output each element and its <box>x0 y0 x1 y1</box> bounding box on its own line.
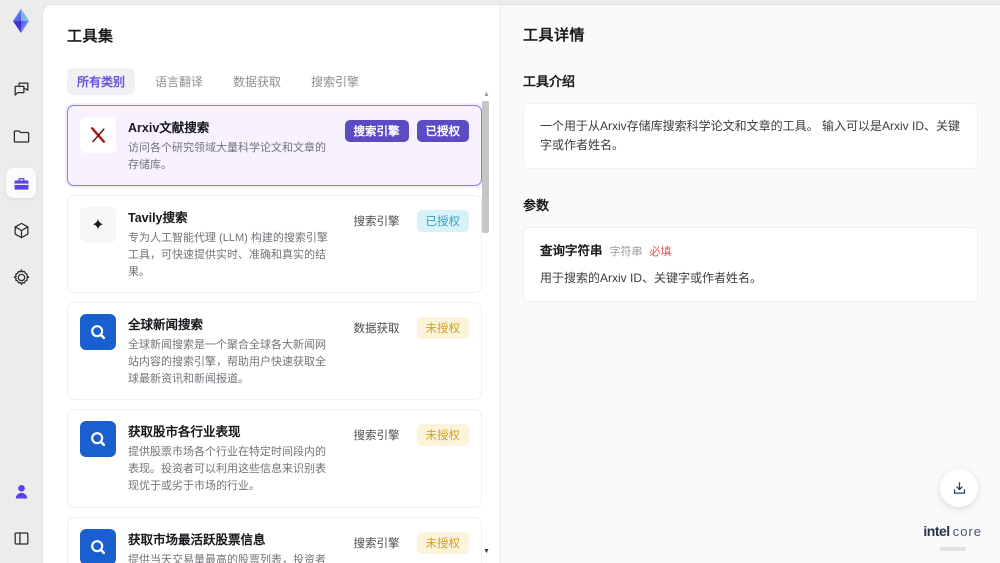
category-tabs: 所有类别 语言翻译 数据获取 搜索引擎 <box>67 68 500 95</box>
tab-all-categories[interactable]: 所有类别 <box>67 68 136 95</box>
app-root: 工具集 所有类别 语言翻译 数据获取 搜索引擎 Arxiv文献搜索 访问各个研究… <box>0 0 1000 563</box>
panel-toggle-icon <box>14 531 28 545</box>
tool-card-title: 获取股市各行业表现 <box>128 425 241 440</box>
toolset-pane: 工具集 所有类别 语言翻译 数据获取 搜索引擎 Arxiv文献搜索 访问各个研究… <box>43 5 500 563</box>
tavily-star-icon: ✦ <box>80 207 116 244</box>
news-search-icon <box>80 314 116 351</box>
intro-text: 一个用于从Arxiv存储库搜索科学论文和文章的工具。 输入可以是Arxiv ID… <box>540 119 961 153</box>
auth-status-badge: 未授权 <box>416 531 469 554</box>
auth-status-badge: 已授权 <box>416 210 469 233</box>
brand-secondary: core <box>952 524 982 539</box>
sidebar-item-settings[interactable] <box>6 262 36 292</box>
sidebar-item-toolset[interactable] <box>6 168 36 198</box>
list-scrollbar[interactable]: ▲ ▼ <box>481 89 491 557</box>
auth-status-badge: 未授权 <box>416 424 469 447</box>
user-icon <box>15 484 27 498</box>
tool-card-title: 全球新闻搜索 <box>128 318 204 333</box>
tab-search-engine[interactable]: 搜索引擎 <box>301 68 369 95</box>
tool-card-description: 专为人工智能代理 (LLM) 构建的搜索引擎工具，可快速提供实时、准确和真实的结… <box>128 232 328 279</box>
tool-card[interactable]: 全球新闻搜索 全球新闻搜索是一个聚合全球各大新闻网站内容的搜索引擎，帮助用户快速… <box>67 302 482 401</box>
tool-card-description: 访问各个研究领域大量科学论文和文章的存储库。 <box>128 142 326 172</box>
params-heading: 参数 <box>523 198 550 214</box>
settings-gear-icon <box>13 268 29 285</box>
tool-card-description: 提供股票市场各个行业在特定时间段内的表现。投资者可以利用这些信息来识别表现优于或… <box>128 446 326 493</box>
icon-rail <box>0 0 42 563</box>
app-logo <box>13 9 29 33</box>
download-button[interactable] <box>940 469 978 507</box>
auth-status-badge: 未授权 <box>416 317 469 340</box>
package-icon <box>14 222 28 238</box>
brand-primary: intel <box>923 523 950 539</box>
sidebar-item-account[interactable] <box>6 476 36 506</box>
param-type: 字符串 <box>609 246 643 259</box>
chat-icon <box>14 82 28 96</box>
intro-heading: 工具介绍 <box>523 74 576 89</box>
tool-card-list: Arxiv文献搜索 访问各个研究领域大量科学论文和文章的存储库。 搜索引擎 已授… <box>67 105 482 563</box>
param-description: 用于搜索的Arxiv ID、关键字或作者姓名。 <box>540 270 763 285</box>
scroll-down-arrow[interactable]: ▼ <box>483 548 490 555</box>
tool-card[interactable]: Arxiv文献搜索 访问各个研究领域大量科学论文和文章的存储库。 搜索引擎 已授… <box>67 105 482 187</box>
category-badge: 数据获取 <box>353 323 400 336</box>
param-box: 查询字符串 字符串 必填 用于搜索的Arxiv ID、关键字或作者姓名。 <box>523 227 978 303</box>
tool-card-title: 获取市场最活跃股票信息 <box>128 532 266 547</box>
auth-status-badge: 已授权 <box>416 120 469 142</box>
arxiv-icon <box>80 117 116 153</box>
download-icon <box>953 481 965 494</box>
tool-card[interactable]: 获取市场最活跃股票信息 提供当天交易量最高的股票列表，投资者可以利用这些信息来识… <box>67 516 482 563</box>
sidebar-item-packages[interactable] <box>6 215 36 245</box>
tool-card-description: 全球新闻搜索是一个聚合全球各大新闻网站内容的搜索引擎，帮助用户快速获取全球最新资… <box>128 339 326 386</box>
tool-card-title: Tavily搜索 <box>128 211 188 226</box>
scroll-up-arrow[interactable]: ▲ <box>483 91 490 98</box>
category-badge: 搜索引擎 <box>353 537 400 550</box>
intro-box: 一个用于从Arxiv存储库搜索科学论文和文章的工具。 输入可以是Arxiv ID… <box>523 103 978 170</box>
sidebar-item-files[interactable] <box>6 121 36 151</box>
sidebar-item-chat[interactable] <box>6 74 36 104</box>
category-badge: 搜索引擎 <box>353 430 400 443</box>
toolbox-icon <box>14 177 28 190</box>
active-stock-icon <box>80 528 116 563</box>
category-badge: 搜索引擎 <box>353 216 400 229</box>
tab-language-translation[interactable]: 语言翻译 <box>145 68 213 95</box>
intel-core-logo: intel core <box>923 523 982 551</box>
tool-card[interactable]: ✦ Tavily搜索 专为人工智能代理 (LLM) 构建的搜索引擎工具，可快速提… <box>67 195 482 294</box>
tool-details-pane: 工具详情 工具介绍 一个用于从Arxiv存储库搜索科学论文和文章的工具。 输入可… <box>500 5 1000 563</box>
param-required-badge: 必填 <box>649 246 672 259</box>
details-title: 工具详情 <box>523 27 586 44</box>
tool-card-description: 提供当天交易量最高的股票列表，投资者可以利用这些信息来识别流动性强的股票和潜在的… <box>128 553 326 563</box>
page-title: 工具集 <box>67 28 114 45</box>
param-name: 查询字符串 <box>540 244 603 259</box>
folder-icon <box>13 129 29 143</box>
sidebar-item-collapse[interactable] <box>6 523 36 553</box>
category-badge: 搜索引擎 <box>344 120 409 142</box>
tab-data-fetch[interactable]: 数据获取 <box>223 68 291 95</box>
main-surface: 工具集 所有类别 语言翻译 数据获取 搜索引擎 Arxiv文献搜索 访问各个研究… <box>42 4 1000 563</box>
tool-card-title: Arxiv文献搜索 <box>128 121 210 135</box>
stock-sector-icon <box>80 421 116 458</box>
tool-card[interactable]: 获取股市各行业表现 提供股票市场各个行业在特定时间段内的表现。投资者可以利用这些… <box>67 409 482 508</box>
scrollbar-thumb[interactable] <box>482 101 489 233</box>
